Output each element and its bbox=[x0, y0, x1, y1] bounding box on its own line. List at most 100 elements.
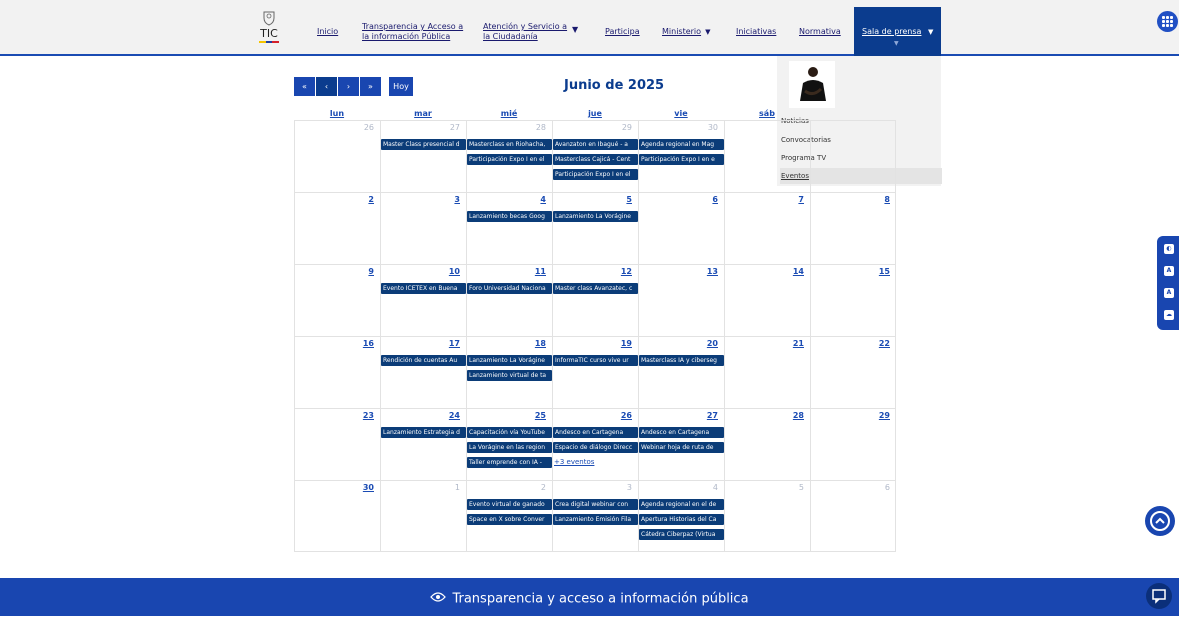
day-number[interactable]: 5 bbox=[552, 195, 632, 204]
event-chip[interactable]: Crea digital webinar con bbox=[553, 499, 638, 510]
dropdown-item-programa-tv[interactable]: Programa TV bbox=[780, 150, 942, 166]
event-chip[interactable]: Foro Universidad Naciona bbox=[467, 283, 552, 294]
event-chip[interactable]: Lanzamiento virtual de ta bbox=[467, 370, 552, 381]
event-chip[interactable]: Lanzamiento Estrategia d bbox=[381, 427, 466, 438]
sign-language-interpreter-icon[interactable] bbox=[789, 61, 835, 108]
nav-atencion[interactable]: Atención y Servicio a la Ciudadanía bbox=[483, 22, 567, 42]
cloud-icon[interactable]: ☁ bbox=[1164, 310, 1174, 320]
event-chip[interactable]: Espacio de diálogo Direcc bbox=[553, 442, 638, 453]
day-number[interactable]: 8 bbox=[810, 195, 890, 204]
event-chip[interactable]: Space en X sobre Conver bbox=[467, 514, 552, 525]
last-page-button[interactable]: » bbox=[360, 77, 381, 96]
day-number[interactable]: 3 bbox=[552, 483, 632, 492]
transparency-footer-bar[interactable]: Transparencia y acceso a información púb… bbox=[0, 578, 1179, 616]
day-number[interactable]: 12 bbox=[552, 267, 632, 276]
event-chip[interactable]: Taller emprende con IA - bbox=[467, 457, 552, 468]
today-button[interactable]: Hoy bbox=[389, 77, 413, 96]
day-number[interactable]: 24 bbox=[380, 411, 460, 420]
day-number[interactable]: 2 bbox=[294, 195, 374, 204]
event-chip[interactable]: Evento virtual de ganado bbox=[467, 499, 552, 510]
scroll-to-top-button[interactable] bbox=[1145, 506, 1175, 536]
event-chip[interactable]: Rendición de cuentas Au bbox=[381, 355, 466, 366]
event-chip[interactable]: Participación Expo I en el bbox=[467, 154, 552, 165]
event-chip[interactable]: Masterclass Cajicá - Cent bbox=[553, 154, 638, 165]
day-number[interactable]: 29 bbox=[810, 411, 890, 420]
event-chip[interactable]: InformaTIC curso vive ur bbox=[553, 355, 638, 366]
event-chip[interactable]: Andesco en Cartagena bbox=[553, 427, 638, 438]
event-chip[interactable]: Agenda regional en Mag bbox=[639, 139, 724, 150]
event-chip[interactable]: Master class Avanzatec, c bbox=[553, 283, 638, 294]
event-chip[interactable]: Lanzamiento becas Goog bbox=[467, 211, 552, 222]
day-number[interactable]: 29 bbox=[552, 123, 632, 132]
nav-sala-de-prensa[interactable]: Sala de prensa ▼ ▼ bbox=[854, 7, 941, 56]
contrast-icon[interactable]: ◐ bbox=[1164, 244, 1174, 254]
day-number[interactable]: 23 bbox=[294, 411, 374, 420]
day-number[interactable]: 4 bbox=[466, 195, 546, 204]
chat-icon[interactable] bbox=[1146, 583, 1172, 609]
apps-grid-icon[interactable] bbox=[1157, 11, 1178, 32]
day-number[interactable]: 1 bbox=[380, 483, 460, 492]
day-number[interactable]: 17 bbox=[380, 339, 460, 348]
day-number[interactable]: 21 bbox=[724, 339, 804, 348]
increase-font-icon[interactable]: A bbox=[1164, 266, 1174, 276]
event-chip[interactable]: Lanzamiento La Vorágine bbox=[467, 355, 552, 366]
first-page-button[interactable]: « bbox=[294, 77, 315, 96]
dropdown-item-eventos[interactable]: Eventos bbox=[780, 168, 942, 184]
day-number[interactable]: 5 bbox=[724, 483, 804, 492]
day-number[interactable]: 3 bbox=[380, 195, 460, 204]
event-chip[interactable]: Capacitación vía YouTube bbox=[467, 427, 552, 438]
day-number[interactable]: 26 bbox=[294, 123, 374, 132]
event-chip[interactable]: Evento ICETEX en Buena bbox=[381, 283, 466, 294]
day-number[interactable]: 15 bbox=[810, 267, 890, 276]
next-month-button[interactable]: › bbox=[338, 77, 359, 96]
event-chip[interactable]: Lanzamiento La Vorágine bbox=[553, 211, 638, 222]
day-number[interactable]: 28 bbox=[466, 123, 546, 132]
day-number[interactable]: 20 bbox=[638, 339, 718, 348]
nav-participa[interactable]: Participa bbox=[605, 27, 640, 37]
event-chip[interactable]: Andesco en Cartagena bbox=[639, 427, 724, 438]
day-number[interactable]: 2 bbox=[466, 483, 546, 492]
day-number[interactable]: 13 bbox=[638, 267, 718, 276]
day-number[interactable]: 11 bbox=[466, 267, 546, 276]
event-chip[interactable]: La Vorágine en las region bbox=[467, 442, 552, 453]
nav-inicio[interactable]: Inicio bbox=[317, 27, 338, 37]
day-number[interactable]: 14 bbox=[724, 267, 804, 276]
event-chip[interactable]: Masterclass en Riohacha, bbox=[467, 139, 552, 150]
day-number[interactable]: 7 bbox=[724, 195, 804, 204]
nav-transparencia[interactable]: Transparencia y Acceso a la información … bbox=[362, 22, 463, 42]
event-chip[interactable]: Webinar hoja de ruta de bbox=[639, 442, 724, 453]
day-number[interactable]: 27 bbox=[638, 411, 718, 420]
day-number[interactable]: 25 bbox=[466, 411, 546, 420]
decrease-font-icon[interactable]: A bbox=[1164, 288, 1174, 298]
nav-ministerio[interactable]: Ministerio ▼ bbox=[662, 27, 710, 37]
day-number[interactable]: 9 bbox=[294, 267, 374, 276]
event-chip[interactable]: Cátedra Ciberpaz (Virtua bbox=[639, 529, 724, 540]
event-chip[interactable]: Agenda regional en el de bbox=[639, 499, 724, 510]
event-chip[interactable]: Participación Expo I en el bbox=[553, 169, 638, 180]
day-number[interactable]: 26 bbox=[552, 411, 632, 420]
chevron-down-icon[interactable]: ▼ bbox=[572, 25, 578, 35]
day-number[interactable]: 30 bbox=[638, 123, 718, 132]
event-chip[interactable]: Avanzaton en Ibagué - a bbox=[553, 139, 638, 150]
day-number[interactable]: 27 bbox=[380, 123, 460, 132]
day-number[interactable]: 22 bbox=[810, 339, 890, 348]
nav-normativa[interactable]: Normativa bbox=[799, 27, 841, 37]
event-chip[interactable]: Apertura Historias del Ca bbox=[639, 514, 724, 525]
dropdown-item-convocatorias[interactable]: Convocatorias bbox=[780, 132, 942, 148]
day-number[interactable]: 18 bbox=[466, 339, 546, 348]
day-number[interactable]: 30 bbox=[294, 483, 374, 492]
day-number[interactable]: 6 bbox=[638, 195, 718, 204]
event-chip[interactable]: Participación Expo I en e bbox=[639, 154, 724, 165]
more-events-link[interactable]: +3 eventos bbox=[554, 458, 594, 466]
event-chip[interactable]: Master Class presencial d bbox=[381, 139, 466, 150]
day-number[interactable]: 16 bbox=[294, 339, 374, 348]
day-number[interactable]: 28 bbox=[724, 411, 804, 420]
prev-month-button[interactable]: ‹ bbox=[316, 77, 337, 96]
event-chip[interactable]: Lanzamiento Emisión Fila bbox=[553, 514, 638, 525]
day-number[interactable]: 4 bbox=[638, 483, 718, 492]
nav-iniciativas[interactable]: Iniciativas bbox=[736, 27, 776, 37]
day-number[interactable]: 10 bbox=[380, 267, 460, 276]
day-number[interactable]: 6 bbox=[810, 483, 890, 492]
event-chip[interactable]: Masterclass IA y ciberseg bbox=[639, 355, 724, 366]
day-number[interactable]: 19 bbox=[552, 339, 632, 348]
